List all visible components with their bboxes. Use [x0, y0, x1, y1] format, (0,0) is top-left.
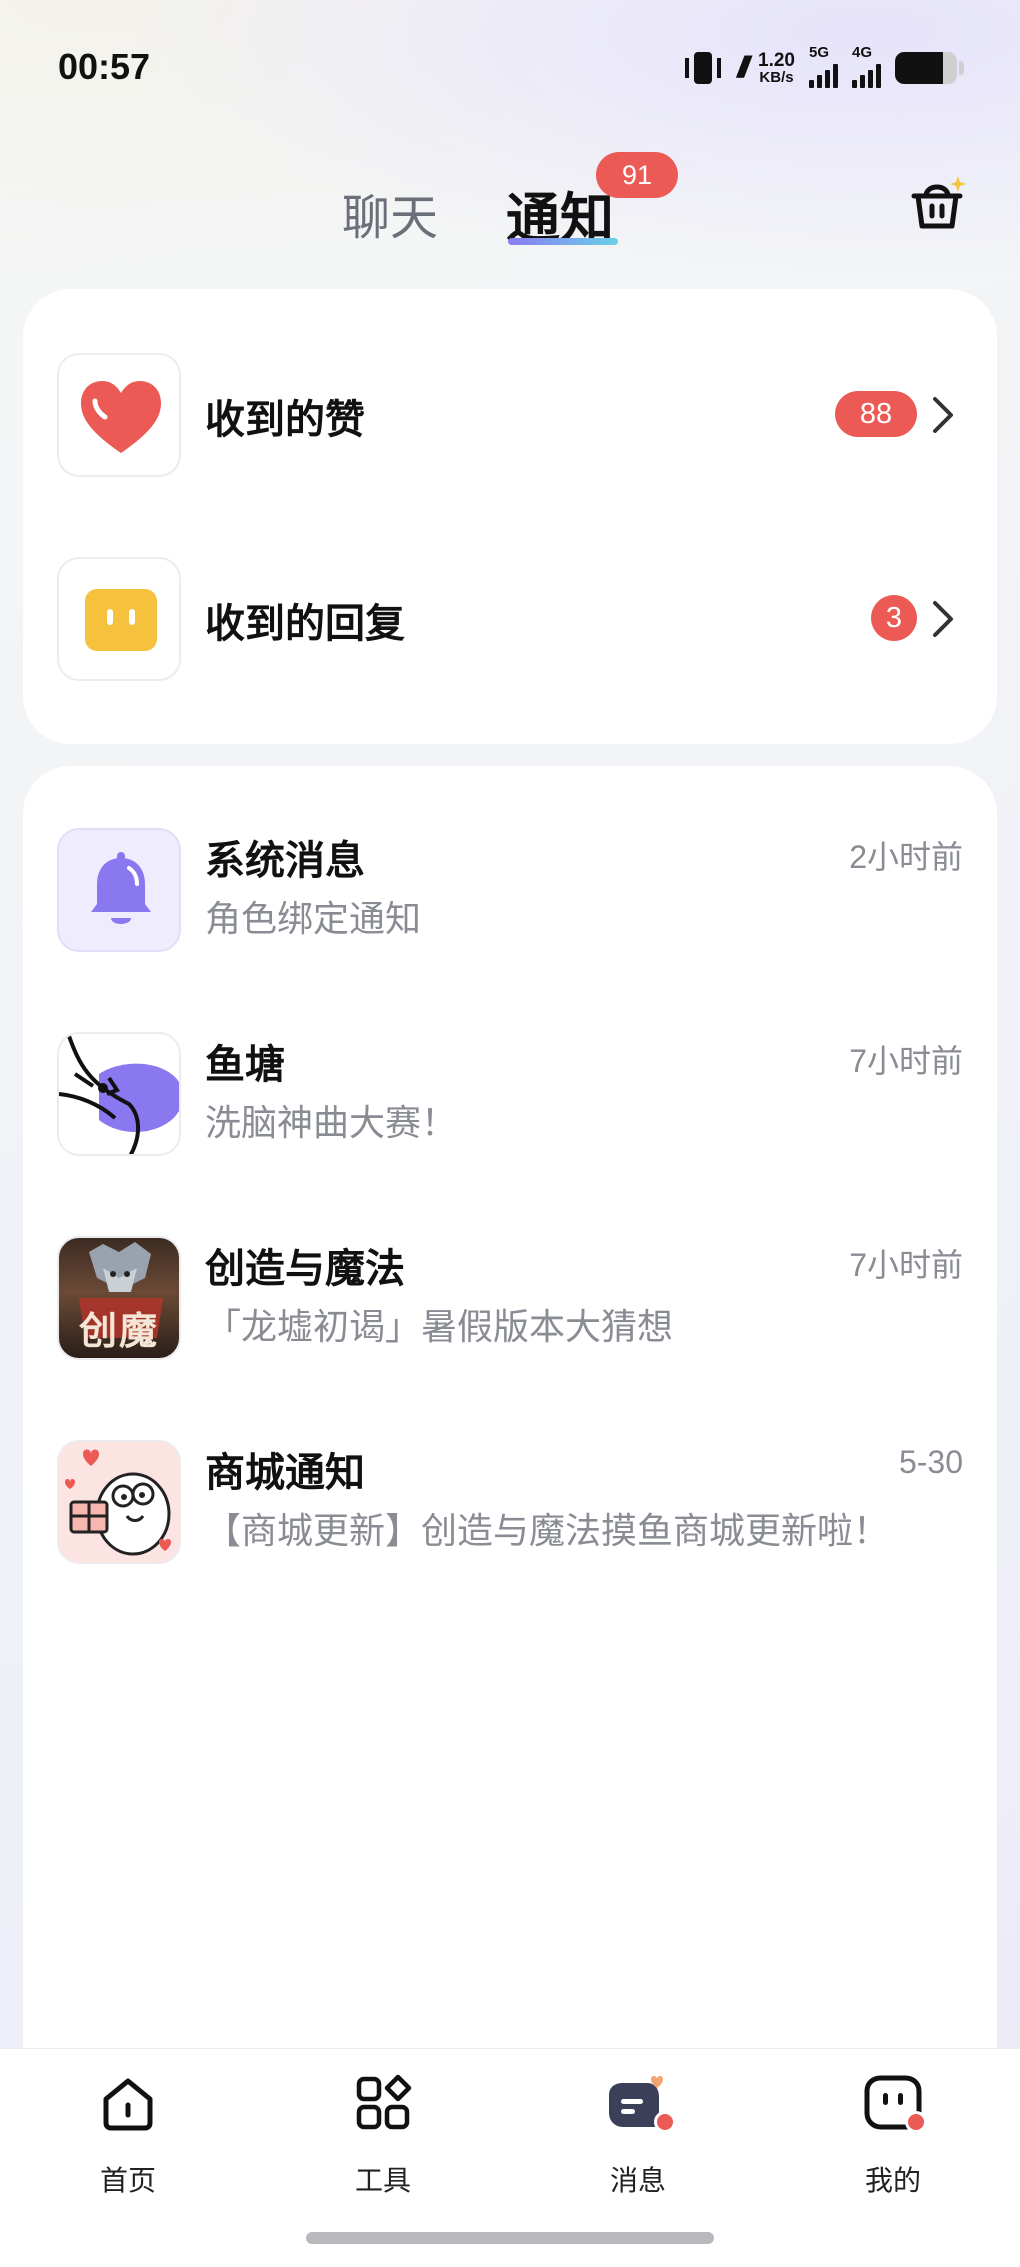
- replies-title: 收到的回复: [205, 601, 405, 647]
- battery-icon: [895, 52, 957, 84]
- signal-5g-tag: 5G: [809, 44, 830, 61]
- tools-icon: [356, 2074, 412, 2130]
- list-item-creation-magic[interactable]: 创魔 创造与魔法 「龙墟初谒」暑假版本大猜想 7小时前: [23, 1218, 997, 1378]
- game-logo-text: 创魔: [78, 1309, 159, 1353]
- nav-tools[interactable]: 工具: [303, 2073, 463, 2197]
- network-speed-unit: KB/s: [759, 69, 794, 86]
- replies-row[interactable]: 收到的回复 3: [23, 539, 997, 699]
- mascot-icon: [57, 1440, 181, 1564]
- fishpond-subtitle: 洗脑神曲大赛！: [205, 1103, 458, 1144]
- nav-home[interactable]: 首页: [48, 2073, 208, 2197]
- fish-icon: [57, 1032, 181, 1156]
- home-icon: [103, 2078, 153, 2131]
- profile-unread-dot: [905, 2111, 927, 2133]
- network-speed: 1.20 KB/s: [758, 51, 795, 85]
- replies-count-badge: 3: [871, 595, 917, 641]
- creation-magic-time: 7小时前: [849, 1247, 963, 1283]
- status-time: 00:57: [58, 46, 151, 87]
- nav-messages[interactable]: 消息: [558, 2073, 718, 2197]
- bell-icon: [57, 828, 181, 952]
- fishpond-title: 鱼塘: [205, 1042, 285, 1088]
- message-list-card: 系统消息 角色绑定通知 2小时前 鱼塘 洗脑神曲大赛！ 7小时前 创魔 创造与魔…: [23, 766, 997, 2066]
- status-bar: 00:57 /// 1.20 KB/s 5G 4G: [0, 0, 1020, 130]
- heart-icon: [57, 353, 181, 477]
- system-time: 2小时前: [849, 839, 963, 875]
- nav-tools-label: 工具: [354, 2164, 411, 2197]
- creation-magic-title: 创造与魔法: [205, 1246, 405, 1292]
- nav-profile-label: 我的: [864, 2164, 921, 2197]
- store-time: 5-30: [898, 1444, 963, 1480]
- likes-row[interactable]: 收到的赞 88: [23, 335, 997, 495]
- chevron-right-icon: [933, 397, 953, 433]
- active-tab-indicator: [508, 238, 618, 245]
- chevron-right-icon: [933, 601, 953, 637]
- list-item-system[interactable]: 系统消息 角色绑定通知 2小时前: [23, 810, 997, 970]
- signal-5g-icon: 5G: [809, 44, 838, 88]
- status-icons: /// 1.20 KB/s 5G 4G: [683, 44, 964, 92]
- battery-cap: [959, 61, 964, 75]
- home-indicator[interactable]: [306, 2232, 714, 2244]
- nav-profile[interactable]: 我的: [813, 2073, 973, 2197]
- fishpond-time: 7小时前: [849, 1043, 963, 1079]
- store-subtitle: 【商城更新】创造与魔法摸鱼商城更新啦！: [205, 1511, 890, 1552]
- game-logo-icon: 创魔: [57, 1236, 181, 1360]
- vibrate-icon: [683, 50, 723, 86]
- network-speed-value: 1.20: [758, 50, 795, 71]
- tab-chat[interactable]: 聊天: [342, 178, 438, 248]
- creation-magic-subtitle: 「龙墟初谒」暑假版本大猜想: [205, 1307, 674, 1348]
- nav-home-label: 首页: [99, 2164, 156, 2197]
- signal-4g-icon: 4G: [852, 44, 881, 88]
- nav-messages-label: 消息: [609, 2164, 666, 2197]
- signal-4g-tag: 4G: [852, 44, 873, 61]
- top-tabs: 聊天 通知 91: [0, 150, 1020, 260]
- clear-basket-icon[interactable]: [906, 172, 968, 234]
- interaction-summary-card: 收到的赞 88 收到的回复 3: [23, 289, 997, 744]
- system-subtitle: 角色绑定通知: [205, 899, 422, 940]
- store-title: 商城通知: [205, 1450, 365, 1496]
- likes-count-badge: 88: [835, 391, 917, 437]
- list-item-store[interactable]: 商城通知 【商城更新】创造与魔法摸鱼商城更新啦！ 5-30: [23, 1422, 997, 1582]
- likes-title: 收到的赞: [205, 397, 365, 443]
- notify-unread-badge: 91: [596, 152, 678, 198]
- messages-unread-dot: [654, 2111, 676, 2133]
- reply-icon: [57, 557, 181, 681]
- list-item-fishpond[interactable]: 鱼塘 洗脑神曲大赛！ 7小时前: [23, 1014, 997, 1174]
- nfc-icon: ///: [737, 51, 750, 84]
- system-title: 系统消息: [205, 838, 365, 884]
